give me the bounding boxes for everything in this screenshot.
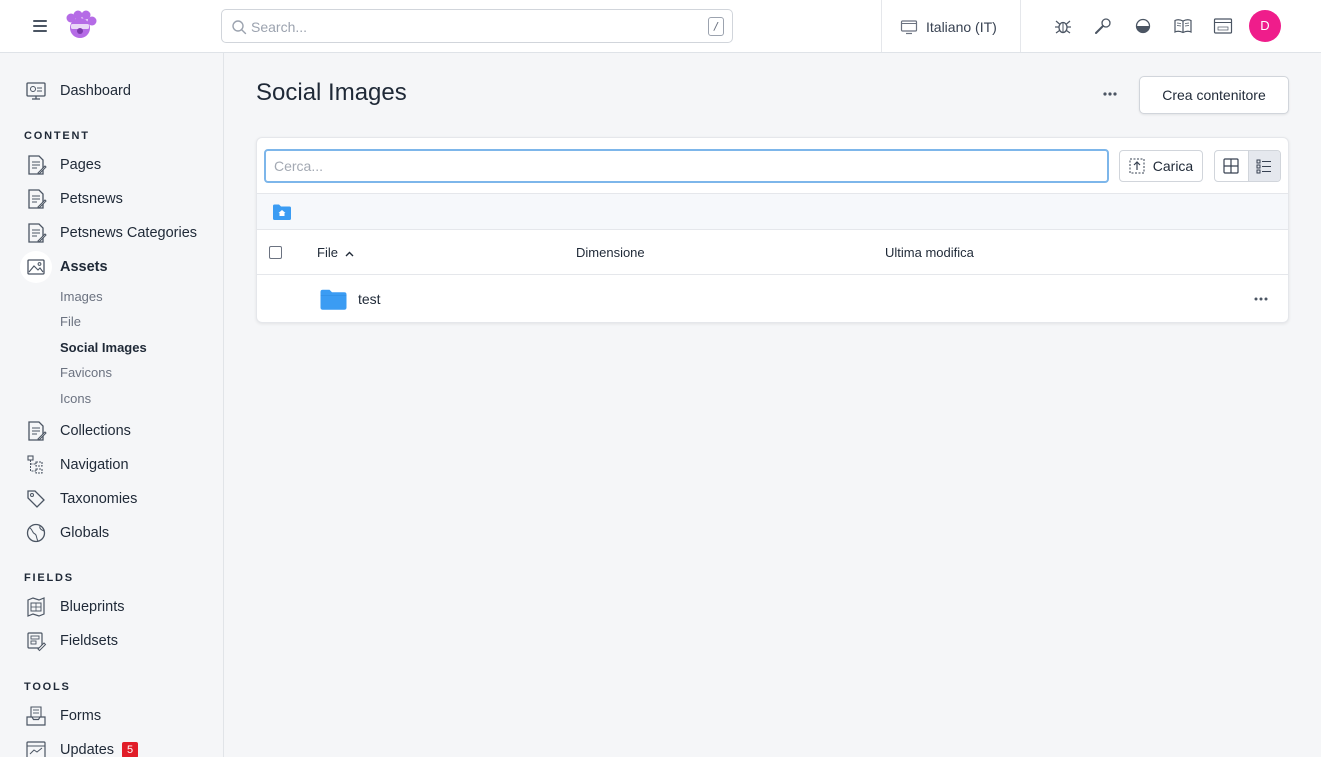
- sidebar-item-navigation[interactable]: Navigation: [24, 453, 129, 477]
- sidebar-subitem-file[interactable]: File: [60, 314, 81, 329]
- section-title-content: CONTENT: [24, 130, 90, 142]
- search-shortcut-key: /: [708, 17, 724, 36]
- sidebar-item-assets[interactable]: Assets: [24, 255, 108, 279]
- sidebar-item-label: Globals: [60, 525, 110, 541]
- divider: [881, 0, 882, 52]
- updates-count-badge: 5: [122, 742, 139, 757]
- sidebar-item-updates[interactable]: Updates 5: [24, 738, 139, 757]
- page-title: Social Images: [256, 79, 407, 106]
- theme-toggle-icon[interactable]: [1133, 16, 1153, 36]
- list-icon: [1256, 159, 1272, 174]
- table-row[interactable]: test: [257, 275, 1288, 323]
- sidebar-item-label: Updates: [60, 742, 115, 757]
- sidebar-item-label: Dashboard: [60, 83, 131, 99]
- grid-view-button[interactable]: [1215, 151, 1248, 181]
- search-placeholder: Search...: [251, 19, 308, 35]
- sidebar-item-forms[interactable]: Forms: [24, 704, 101, 728]
- menu-toggle-button[interactable]: [30, 17, 50, 35]
- column-header-modified[interactable]: Ultima modifica: [885, 245, 974, 260]
- column-header-file[interactable]: File: [317, 245, 354, 260]
- collection-icon: [24, 221, 48, 245]
- sidebar-item-label: Blueprints: [60, 599, 125, 615]
- monitor-icon: [900, 20, 918, 35]
- view-mode-toggle: [1214, 150, 1281, 182]
- column-header-size[interactable]: Dimensione: [576, 245, 645, 260]
- collection-icon: [24, 187, 48, 211]
- sidebar: Dashboard CONTENT Pages Petsnews Petsnew…: [0, 53, 224, 757]
- pages-icon: [24, 153, 48, 177]
- dashboard-icon: [24, 79, 48, 103]
- sidebar-item-petsnews[interactable]: Petsnews: [24, 187, 123, 211]
- sidebar-item-label: Petsnews: [60, 191, 123, 207]
- fieldset-icon: [24, 629, 48, 653]
- breadcrumb: [257, 193, 1288, 230]
- divider: [1020, 0, 1021, 52]
- sidebar-item-globals[interactable]: Globals: [24, 521, 109, 545]
- sidebar-subitem-social-images[interactable]: Social Images: [60, 340, 147, 355]
- hamburger-icon-line: [33, 30, 47, 32]
- sidebar-item-label: Forms: [60, 708, 102, 724]
- tag-icon: [24, 487, 48, 511]
- grid-icon: [1223, 158, 1239, 174]
- list-view-button[interactable]: [1247, 151, 1280, 181]
- row-actions-icon[interactable]: [1254, 296, 1268, 302]
- upload-icon: [1129, 158, 1145, 174]
- blueprint-icon: [24, 595, 48, 619]
- upload-button-label: Carica: [1152, 158, 1194, 174]
- collections-icon: [24, 419, 48, 443]
- sitemap-icon: [24, 453, 48, 477]
- sidebar-subitem-images[interactable]: Images: [60, 289, 103, 304]
- site-selector-label: Italiano (IT): [926, 19, 997, 35]
- sidebar-item-petsnews-categories[interactable]: Petsnews Categories: [24, 221, 197, 245]
- sidebar-item-taxonomies[interactable]: Taxonomies: [24, 487, 137, 511]
- asset-search-input[interactable]: [264, 149, 1109, 183]
- sidebar-item-label: Pages: [60, 157, 102, 173]
- updates-icon: [24, 738, 48, 757]
- sidebar-subitem-favicons[interactable]: Favicons: [60, 365, 112, 380]
- user-avatar[interactable]: D: [1249, 10, 1281, 42]
- bug-icon[interactable]: [1053, 16, 1073, 36]
- website-icon[interactable]: [1213, 16, 1233, 36]
- select-all-checkbox[interactable]: [269, 246, 282, 259]
- search-icon: [232, 20, 247, 35]
- folder-icon: [320, 289, 347, 310]
- sidebar-item-label: Fieldsets: [60, 633, 119, 649]
- asset-browser: Carica Fil: [256, 137, 1289, 323]
- section-title-fields: FIELDS: [24, 572, 74, 584]
- sidebar-item-fieldsets[interactable]: Fieldsets: [24, 629, 118, 653]
- global-search[interactable]: Search... /: [221, 9, 733, 43]
- forms-icon: [24, 704, 48, 728]
- root-folder-icon[interactable]: [272, 203, 292, 221]
- hamburger-icon: [33, 20, 47, 22]
- sidebar-item-label: Taxonomies: [60, 491, 138, 507]
- more-options-icon[interactable]: [1102, 90, 1118, 98]
- sidebar-item-label: Navigation: [60, 457, 129, 473]
- sidebar-item-pages[interactable]: Pages: [24, 153, 101, 177]
- hamburger-icon-line: [33, 25, 47, 27]
- sidebar-item-label: Collections: [60, 423, 131, 439]
- sidebar-subitem-icons[interactable]: Icons: [60, 391, 91, 406]
- site-logo[interactable]: [63, 9, 97, 43]
- section-title-tools: TOOLS: [24, 681, 71, 693]
- book-icon[interactable]: [1173, 16, 1193, 36]
- column-header-label: File: [317, 245, 338, 260]
- sidebar-item-collections[interactable]: Collections: [24, 419, 131, 443]
- sidebar-item-dashboard[interactable]: Dashboard: [24, 79, 131, 103]
- sidebar-item-label: Assets: [60, 259, 108, 275]
- wrench-icon[interactable]: [1093, 16, 1113, 36]
- top-bar: Search... / Italiano (IT) D: [0, 0, 1321, 53]
- site-selector[interactable]: Italiano (IT): [900, 17, 997, 37]
- upload-button[interactable]: Carica: [1119, 150, 1203, 182]
- table-header: File Dimensione Ultima modifica: [257, 230, 1288, 275]
- globe-icon: [24, 521, 48, 545]
- image-icon: [24, 255, 48, 279]
- sidebar-item-label: Petsnews Categories: [60, 225, 198, 241]
- create-container-button[interactable]: Crea contenitore: [1139, 76, 1289, 114]
- sidebar-item-blueprints[interactable]: Blueprints: [24, 595, 124, 619]
- folder-name[interactable]: test: [358, 291, 381, 307]
- sort-ascending-icon: [345, 251, 354, 257]
